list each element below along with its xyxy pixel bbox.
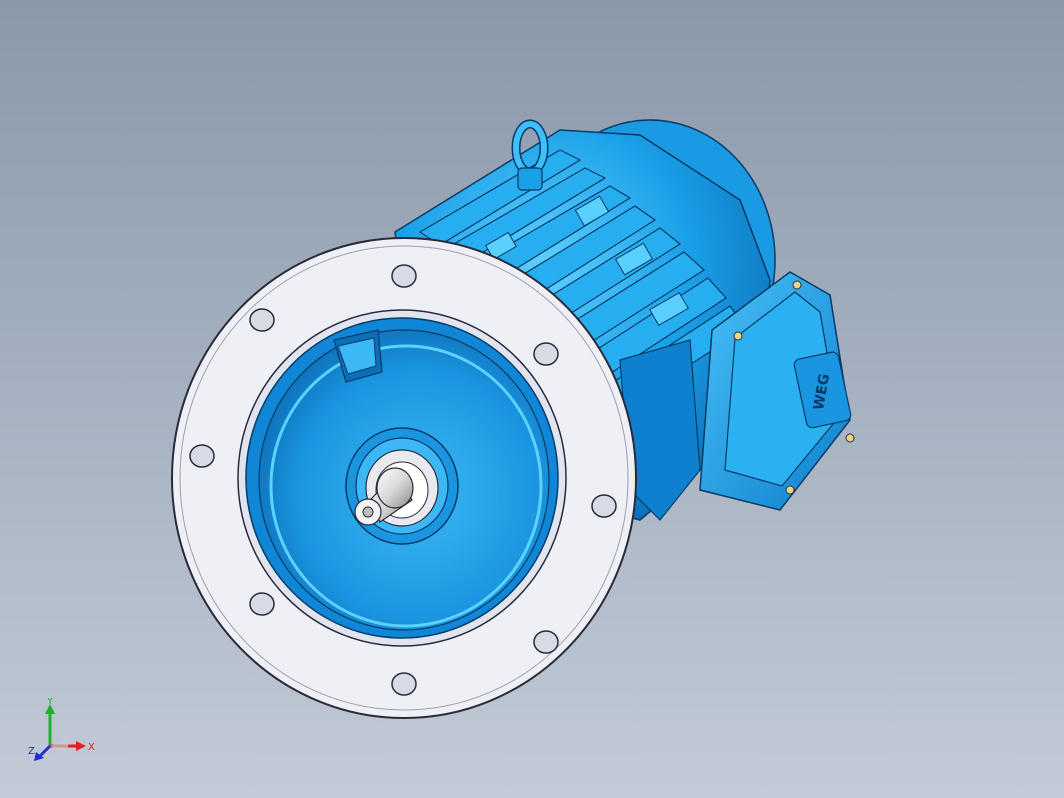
electric-motor-model[interactable]: WEG: [0, 0, 1064, 798]
bolt-hole: [189, 444, 215, 468]
cad-viewport[interactable]: WEG Y X Z: [0, 0, 1064, 798]
bolt-hole: [391, 672, 417, 696]
z-axis-label: Z: [28, 746, 35, 757]
z-axis-line: [38, 744, 52, 758]
bolt-hole: [391, 264, 417, 288]
coordinate-triad: Y X Z: [28, 698, 95, 761]
bolt-hole: [591, 494, 617, 518]
bolt-hole: [533, 630, 559, 654]
x-axis-arrow: [76, 741, 86, 751]
bolt-hole: [249, 308, 275, 332]
x-axis-label: X: [88, 742, 95, 753]
bolt-hole: [533, 342, 559, 366]
y-axis-label: Y: [46, 698, 54, 707]
bolt-hole: [249, 592, 275, 616]
triad-plane: [50, 738, 70, 754]
